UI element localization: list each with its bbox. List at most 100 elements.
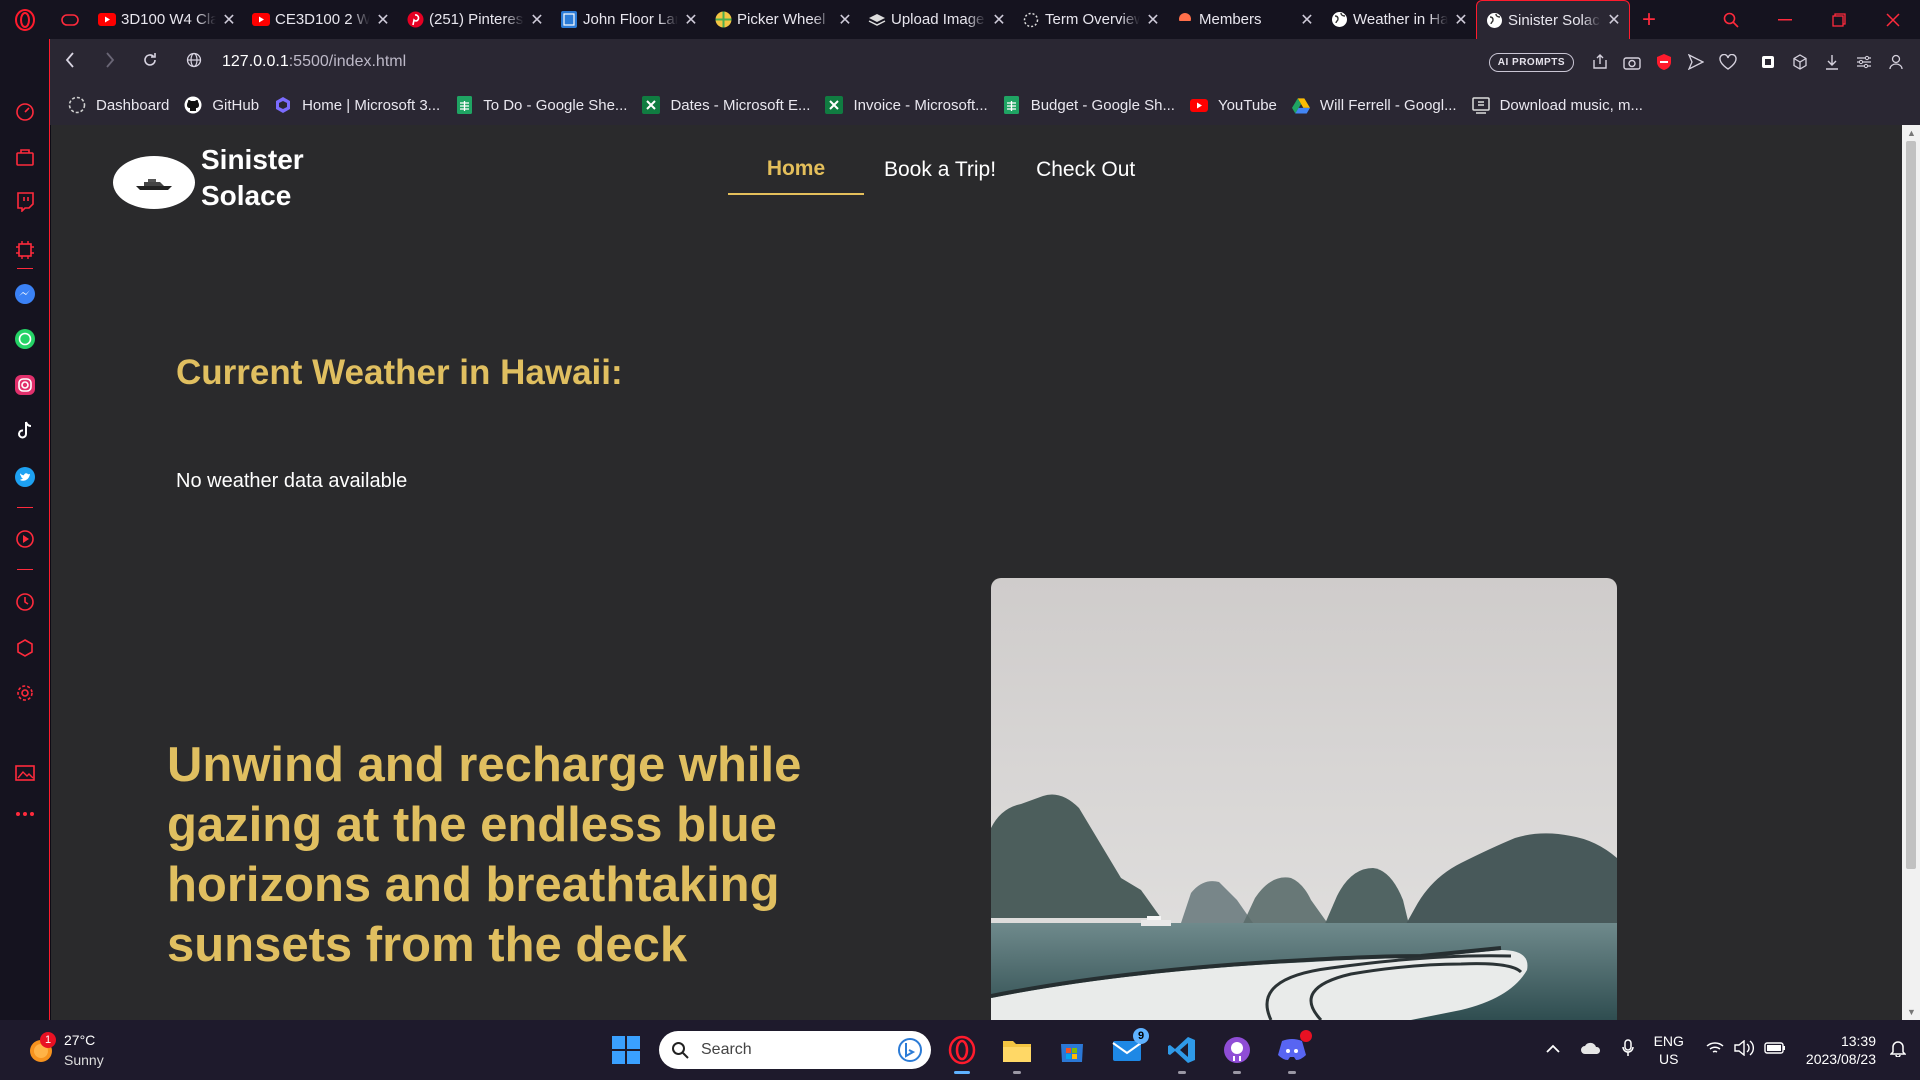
close-tab-icon[interactable]: ✕ — [374, 10, 392, 30]
site-logo[interactable] — [113, 156, 195, 209]
page-scrollbar[interactable]: ▲ ▼ — [1902, 125, 1920, 1020]
taskbar-github-desktop[interactable] — [1219, 1032, 1255, 1074]
camera-icon[interactable] — [1616, 47, 1648, 77]
share-icon[interactable] — [1584, 47, 1616, 77]
taskbar-vscode[interactable] — [1164, 1032, 1200, 1074]
browser-tab[interactable]: Term Overview ✕ — [1014, 0, 1168, 39]
gx-corner-icon[interactable] — [12, 144, 38, 170]
bookmark-item[interactable]: Budget - Google Sh... — [1003, 96, 1175, 114]
bookmark-item[interactable]: Download music, m... — [1471, 96, 1643, 114]
close-tab-icon[interactable]: ✕ — [1298, 10, 1316, 30]
nav-link-check-out[interactable]: Check Out — [1016, 145, 1155, 195]
bookmark-label: Dashboard — [96, 96, 170, 114]
download-icon[interactable] — [1816, 47, 1848, 77]
restore-button[interactable] — [1812, 0, 1866, 39]
wifi-icon[interactable] — [1706, 1041, 1724, 1060]
taskbar-file-explorer[interactable] — [999, 1032, 1035, 1074]
close-tab-icon[interactable]: ✕ — [1605, 10, 1623, 30]
tiktok-icon[interactable] — [12, 418, 38, 444]
bookmark-item[interactable]: Home | Microsoft 3... — [274, 96, 440, 114]
close-tab-icon[interactable]: ✕ — [1452, 10, 1470, 30]
site-info-globe-icon[interactable] — [174, 51, 214, 74]
browser-tab[interactable]: Weather in Hawaii✕ — [1322, 0, 1476, 39]
volume-icon[interactable] — [1734, 1039, 1754, 1061]
messenger-icon[interactable] — [12, 281, 38, 307]
onedrive-cloud-icon[interactable] — [1580, 1041, 1602, 1060]
browser-tab[interactable]: (251) Pinterest ✕ — [398, 0, 552, 39]
bookmark-item[interactable]: Dates - Microsoft E... — [642, 96, 810, 114]
heart-icon[interactable] — [1712, 47, 1744, 77]
ai-prompts-button[interactable]: AI PROMPTS — [1488, 52, 1574, 72]
gx-control-sidebar-icon[interactable] — [12, 99, 38, 125]
gx-control-icon[interactable] — [1752, 47, 1784, 77]
start-button[interactable] — [610, 1034, 642, 1066]
twitter-icon[interactable] — [12, 464, 38, 490]
bookmark-item[interactable]: Invoice - Microsoft... — [825, 96, 988, 114]
taskbar-mail[interactable]: 9 — [1109, 1028, 1149, 1068]
opera-logo-icon[interactable] — [0, 0, 50, 39]
browser-tab[interactable]: John Floor Lamp✕ — [552, 0, 706, 39]
scroll-thumb[interactable] — [1906, 141, 1916, 869]
minimize-button[interactable] — [1758, 0, 1812, 39]
browser-tab[interactable]: Upload Image ✕ — [860, 0, 1014, 39]
search-placeholder: Search — [701, 1041, 752, 1058]
close-tab-icon[interactable]: ✕ — [836, 10, 854, 30]
site-brand[interactable]: Sinister Solace — [201, 142, 304, 214]
back-button[interactable] — [50, 51, 90, 74]
clock[interactable]: 13:39 2023/08/23 — [1806, 1032, 1876, 1068]
bookmark-item[interactable]: Dashboard — [68, 96, 169, 114]
easy-setup-icon[interactable] — [1848, 47, 1880, 77]
bookmark-item[interactable]: To Do - Google She... — [455, 96, 627, 114]
history-icon[interactable] — [12, 589, 38, 615]
scroll-up-arrow-icon[interactable]: ▲ — [1907, 128, 1916, 138]
taskbar-opera-gx[interactable] — [944, 1032, 980, 1074]
taskbar-discord[interactable] — [1274, 1030, 1312, 1074]
profile-icon[interactable] — [1880, 47, 1912, 77]
extensions-icon[interactable] — [12, 635, 38, 661]
search-tabs-icon[interactable] — [1704, 0, 1758, 39]
extensions-cube-icon[interactable] — [1784, 47, 1816, 77]
close-tab-icon[interactable]: ✕ — [220, 10, 238, 30]
instagram-icon[interactable] — [12, 372, 38, 398]
browser-tab[interactable]: CE3D100 2 Wk ✕ — [244, 0, 398, 39]
nav-link-book-a-trip[interactable]: Book a Trip! — [864, 145, 1016, 195]
browser-tab[interactable]: 3D100 W4 Class✕ — [90, 0, 244, 39]
close-tab-icon[interactable]: ✕ — [682, 10, 700, 30]
browser-tab[interactable]: Sinister Solace ✕ — [1476, 0, 1630, 39]
more-options-icon[interactable] — [12, 801, 38, 827]
taskbar-weather-widget[interactable]: 1 27°C Sunny — [24, 1028, 144, 1072]
close-window-button[interactable] — [1866, 0, 1920, 39]
whatsapp-icon[interactable] — [12, 326, 38, 352]
taskbar-search-box[interactable]: Search — [659, 1031, 931, 1069]
region-code: US — [1659, 1051, 1679, 1067]
notification-bell-icon[interactable] — [1889, 1039, 1907, 1062]
bookmark-item[interactable]: Will Ferrell - Googl... — [1291, 96, 1457, 114]
gamepad-icon[interactable] — [50, 0, 90, 39]
url-field[interactable]: 127.0.0.1:5500/index.html — [222, 53, 1489, 71]
wallpaper-icon[interactable] — [12, 760, 38, 786]
browser-tab[interactable]: Members ✕ — [1168, 0, 1322, 39]
scroll-down-arrow-icon[interactable]: ▼ — [1907, 1007, 1916, 1017]
new-tab-button[interactable]: + — [1630, 6, 1668, 34]
nav-link-home[interactable]: Home — [728, 145, 864, 195]
send-icon[interactable] — [1680, 47, 1712, 77]
language-indicator[interactable]: ENG US — [1654, 1032, 1684, 1068]
battery-icon[interactable] — [1764, 1041, 1786, 1060]
reload-button[interactable] — [130, 51, 170, 74]
adblock-shield-icon[interactable] — [1648, 47, 1680, 77]
close-tab-icon[interactable]: ✕ — [990, 10, 1008, 30]
browser-tab[interactable]: Picker Wheel ✕ — [706, 0, 860, 39]
close-tab-icon[interactable]: ✕ — [528, 10, 546, 30]
settings-gear-icon[interactable] — [12, 680, 38, 706]
speed-dial-icon[interactable] — [12, 39, 38, 65]
player-icon[interactable] — [12, 526, 38, 552]
taskbar-microsoft-store[interactable] — [1054, 1032, 1090, 1068]
microphone-icon[interactable] — [1621, 1038, 1634, 1062]
close-tab-icon[interactable]: ✕ — [1144, 10, 1162, 30]
bookmark-item[interactable]: YouTube — [1189, 96, 1277, 114]
hardware-limiter-icon[interactable] — [12, 237, 38, 263]
forward-button[interactable] — [90, 51, 130, 74]
bookmark-item[interactable]: GitHub — [184, 96, 259, 114]
twitch-icon[interactable] — [12, 189, 38, 215]
show-hidden-icons-chevron-icon[interactable] — [1545, 1041, 1560, 1059]
